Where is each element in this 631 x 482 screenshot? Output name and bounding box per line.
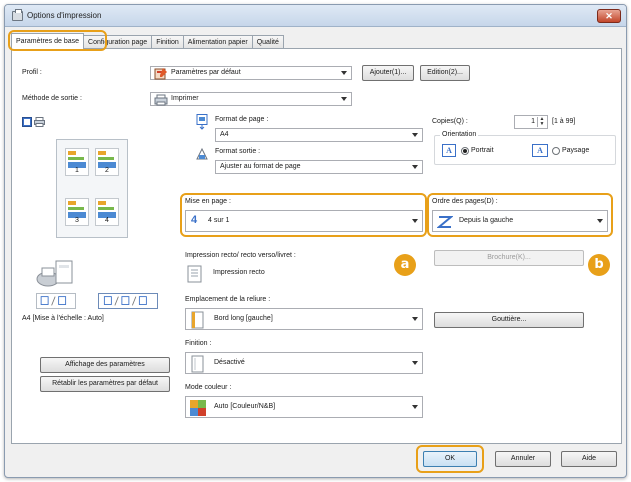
ok-highlight (416, 445, 484, 473)
binding-icon (191, 311, 204, 329)
preview-caption: A4 [Mise à l'échelle : Auto] (22, 315, 104, 322)
portrait-radio[interactable] (461, 147, 469, 155)
printer-preview-icon[interactable] (34, 117, 45, 127)
output-format-value: Ajuster au format de page (220, 163, 301, 170)
output-format-select[interactable]: Ajuster au format de page (215, 160, 423, 174)
copies-spinner[interactable]: 1 ▲ ▼ (514, 115, 548, 129)
color-mode-select[interactable]: Auto [Couleur/N&B] (185, 396, 423, 418)
restore-defaults-button[interactable]: Rétablir les paramètres par défaut (40, 376, 170, 392)
orientation-label: Orientation (440, 131, 479, 138)
printer-icon (12, 9, 23, 21)
page-format-select[interactable]: A4 (215, 128, 423, 142)
tab-finishing[interactable]: Finition (151, 35, 184, 49)
portrait-label: Portrait (471, 147, 494, 154)
landscape-icon: A (532, 144, 548, 157)
preview-page-2: 2 (95, 148, 119, 176)
color-mode-icon (190, 400, 206, 416)
tab-paper-source[interactable]: Alimentation papier (182, 35, 253, 49)
cancel-button[interactable]: Annuler (495, 451, 551, 467)
duplex-select[interactable]: Impression recto (185, 263, 383, 285)
binding-label: Emplacement de la reliure : (185, 296, 271, 303)
printer-icon (154, 94, 168, 106)
print-options-window: Options d'impression ✕ Paramètres de bas… (4, 4, 627, 478)
finishing-icon (191, 355, 204, 373)
landscape-radio[interactable] (552, 147, 560, 155)
page-format-icon (196, 114, 208, 130)
edit-profile-button[interactable]: Edition(2)... (420, 65, 470, 81)
page-format-value: A4 (220, 131, 229, 138)
output-method-value: Imprimer (171, 95, 199, 102)
chevron-down-icon (341, 71, 347, 75)
color-mode-value: Auto [Couleur/N&B] (214, 403, 276, 410)
duplex-icon (187, 265, 202, 283)
page-preview: 1 2 3 4 (56, 139, 128, 238)
preview-view-icon[interactable] (22, 117, 32, 127)
finishing-select[interactable]: Désactivé (185, 352, 423, 374)
callout-badge-a: a (394, 254, 416, 276)
binding-value: Bord long [gauche] (214, 315, 273, 322)
landscape-label: Paysage (562, 147, 590, 154)
chevron-down-icon (341, 97, 347, 101)
chevron-down-icon (412, 133, 418, 137)
output-format-label: Format sortie : (215, 148, 261, 155)
chevron-down-icon (412, 405, 418, 409)
copies-range: [1 à 99] (552, 118, 576, 125)
close-button[interactable]: ✕ (597, 9, 621, 23)
finishing-label: Finition : (185, 340, 212, 347)
tab-quality[interactable]: Qualité (251, 35, 284, 49)
chevron-down-icon (412, 317, 418, 321)
copies-label: Copies(Q) : (432, 118, 468, 125)
profile-label: Profil : (22, 69, 42, 76)
spin-arrows-icon[interactable]: ▲ ▼ (537, 117, 546, 127)
tab-highlight (8, 30, 107, 51)
callout-badge-b: b (588, 254, 610, 276)
duplex-value: Impression recto (213, 269, 265, 276)
binding-select[interactable]: Bord long [gauche] (185, 308, 423, 330)
preview-page-1: 1 (65, 148, 89, 176)
chevron-down-icon (412, 165, 418, 169)
finishing-value: Désactivé (214, 359, 245, 366)
preview-page-4: 4 (95, 198, 119, 226)
show-settings-button[interactable]: Affichage des paramètres (40, 357, 170, 373)
layout-highlight (180, 193, 427, 237)
help-button[interactable]: Aide (561, 451, 617, 467)
output-method-label: Méthode de sortie : (22, 95, 82, 102)
profile-select[interactable]: Paramètres par défaut (150, 66, 352, 80)
booklet-button[interactable]: Brochure(K)... (434, 250, 584, 266)
window-title: Options d'impression (27, 11, 102, 20)
chevron-down-icon (412, 361, 418, 365)
portrait-icon: A (442, 144, 456, 157)
basic-settings-panel: Profil : Paramètres par défaut Ajouter(1… (11, 48, 622, 444)
output-format-icon (196, 147, 208, 160)
duplex-layout-icon[interactable] (36, 293, 76, 309)
output-method-select[interactable]: Imprimer (150, 92, 352, 106)
preview-page-3: 3 (65, 198, 89, 226)
duplex-label: Impression recto/ recto verso/livret : (185, 252, 296, 259)
copies-value: 1 (531, 118, 535, 125)
gutter-button[interactable]: Gouttière... (434, 312, 584, 328)
add-profile-button[interactable]: Ajouter(1)... (362, 65, 414, 81)
page-order-highlight (427, 193, 613, 237)
printer-illustration-icon (36, 260, 73, 287)
page-format-label: Format de page : (215, 116, 269, 123)
booklet-layout-icon[interactable] (98, 293, 158, 309)
profile-value: Paramètres par défaut (171, 69, 241, 76)
color-mode-label: Mode couleur : (185, 384, 232, 391)
profile-icon (154, 68, 167, 80)
title-bar: Options d'impression ✕ (5, 5, 626, 27)
